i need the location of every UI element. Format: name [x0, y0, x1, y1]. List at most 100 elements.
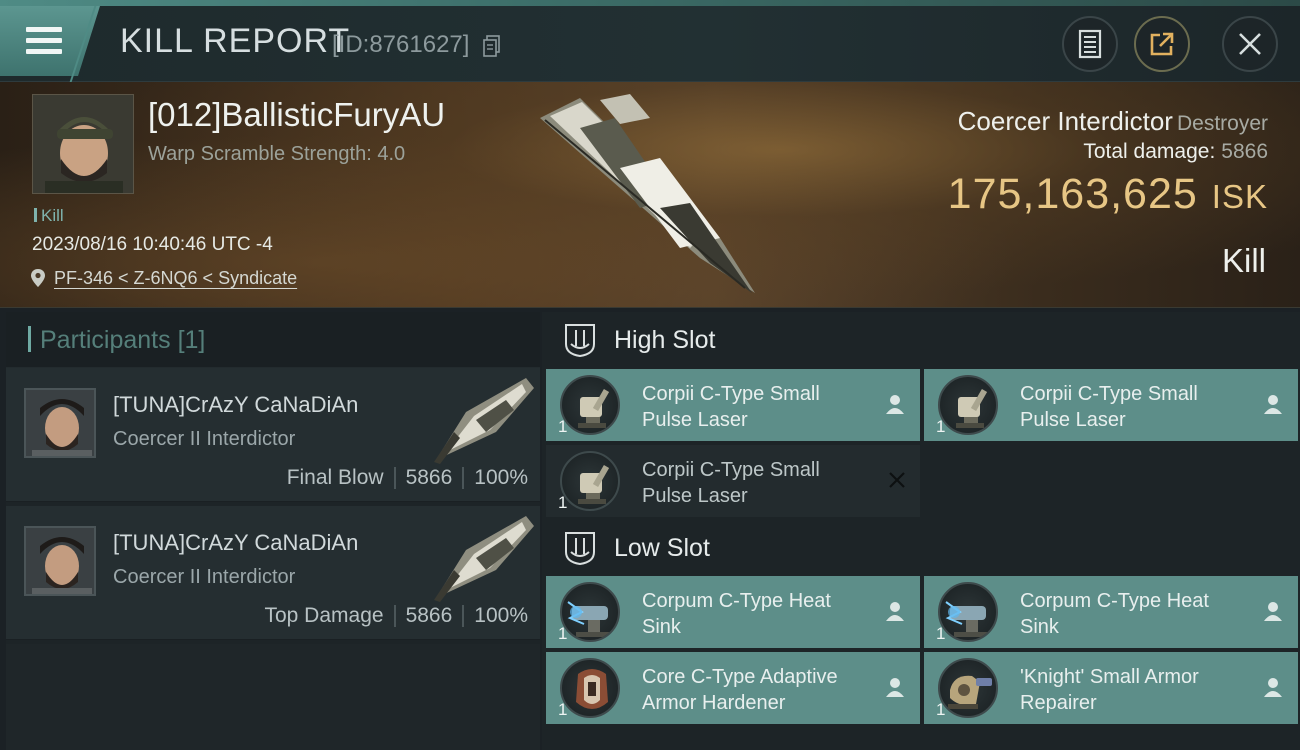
pulse-laser-icon — [560, 375, 620, 435]
kill-tag: Kill — [34, 206, 64, 226]
report-id: [ID:8761627] — [332, 31, 470, 58]
module-quantity: 1 — [558, 417, 568, 436]
low-slot-icon — [565, 532, 595, 566]
module-card[interactable]: 1 Corpii C-Type Small Pulse Laser — [546, 369, 920, 441]
module-quantity: 1 — [558, 493, 568, 512]
victim-avatar[interactable] — [32, 94, 134, 194]
document-icon — [1078, 29, 1102, 59]
high-slot-title: High Slot — [614, 326, 716, 354]
close-icon — [1239, 33, 1261, 55]
fitting-panel: High Slot 1 Corpii C-Type Small Pulse La… — [542, 312, 1300, 750]
total-damage-value: 5866 — [1221, 140, 1268, 163]
module-card[interactable]: 1 Corpum C-Type Heat Sink — [546, 576, 920, 648]
module-card[interactable]: 1 'Knight' Small Armor Repairer — [924, 652, 1298, 724]
section-marker — [28, 326, 31, 352]
module-quantity: 1 — [558, 624, 568, 643]
heat-sink-icon — [938, 582, 998, 642]
close-button[interactable] — [1222, 16, 1278, 72]
module-card[interactable]: 1 Corpii C-Type Small Pulse Laser — [924, 369, 1298, 441]
stat-divider — [393, 605, 396, 627]
person-icon — [1264, 395, 1282, 414]
close-icon — [889, 472, 905, 488]
location-pin-icon — [31, 269, 45, 287]
participant-stats: Top Damage 5866 100% — [264, 604, 528, 628]
participants-header: Participants [1] — [6, 312, 540, 368]
total-damage: Total damage: 5866 — [1083, 140, 1268, 164]
person-icon — [886, 678, 904, 697]
stat-divider — [393, 467, 396, 489]
participant-ship: Coercer II Interdictor — [113, 428, 296, 450]
kill-location-link[interactable]: PF-346 < Z-6NQ6 < Syndicate — [54, 268, 297, 289]
participant-name[interactable]: [TUNA]CrAzY CaNaDiAn — [113, 530, 358, 556]
share-icon — [1150, 32, 1174, 56]
module-quantity: 1 — [936, 417, 946, 436]
participants-panel: Participants [1] [TUNA]CrAzY CaNaDiAn Co… — [6, 312, 540, 750]
participant-percent: 100% — [474, 466, 528, 489]
person-icon — [1264, 678, 1282, 697]
participant-ship-image — [434, 378, 534, 464]
module-name: Corpii C-Type Small Pulse Laser — [642, 459, 820, 507]
top-bar: KILL REPORT [ID:8761627] — [0, 0, 1300, 82]
participant-ship-image — [434, 516, 534, 602]
participants-empty-area — [6, 644, 540, 750]
page-title: KILL REPORT — [120, 22, 351, 60]
participant-role: Final Blow — [286, 466, 384, 489]
person-icon — [886, 602, 904, 621]
participant-name[interactable]: [TUNA]CrAzY CaNaDiAn — [113, 392, 358, 418]
module-quantity: 1 — [936, 624, 946, 643]
module-quantity: 1 — [936, 700, 946, 719]
module-name: Corpii C-Type Small Pulse Laser — [1020, 383, 1198, 431]
module-card[interactable]: 1 Corpum C-Type Heat Sink — [924, 576, 1298, 648]
participant-stats: Final Blow 5866 100% — [287, 466, 528, 490]
module-name: Corpii C-Type Small Pulse Laser — [642, 383, 820, 431]
result-label: Kill — [1221, 242, 1266, 279]
participant-ship: Coercer II Interdictor — [113, 566, 296, 588]
pulse-laser-icon — [560, 451, 620, 511]
victim-ship[interactable]: Coercer Interdictor Destroyer — [958, 106, 1268, 137]
participants-count: [1] — [177, 326, 206, 354]
module-name: Corpum C-Type Heat Sink — [642, 590, 831, 638]
high-slot-header: High Slot — [542, 312, 1300, 368]
high-slot-icon — [565, 324, 595, 358]
person-icon — [886, 395, 904, 414]
isk-unit: ISK — [1211, 178, 1268, 215]
low-slot-header: Low Slot — [542, 520, 1300, 576]
ship-name-text: Coercer Interdictor — [957, 106, 1173, 136]
participant-row[interactable]: [TUNA]CrAzY CaNaDiAn Coercer II Interdic… — [6, 368, 540, 502]
module-name: 'Knight' Small Armor Repairer — [1020, 666, 1199, 714]
heat-sink-icon — [560, 582, 620, 642]
victim-name[interactable]: [012]BallisticFuryAU — [148, 96, 445, 134]
participant-role: Top Damage — [264, 604, 384, 627]
copy-icon[interactable] — [483, 35, 501, 57]
participants-label: Participants — [40, 326, 171, 354]
participant-row[interactable]: [TUNA]CrAzY CaNaDiAn Coercer II Interdic… — [6, 506, 540, 640]
armor-repairer-icon — [938, 658, 998, 718]
module-card[interactable]: 1 Corpii C-Type Small Pulse Laser — [546, 445, 920, 517]
menu-button[interactable] — [0, 6, 100, 76]
participant-avatar[interactable] — [24, 388, 96, 458]
module-name: Corpum C-Type Heat Sink — [1020, 590, 1209, 638]
module-quantity: 1 — [558, 700, 568, 719]
share-button[interactable] — [1134, 16, 1190, 72]
document-button[interactable] — [1062, 16, 1118, 72]
participant-avatar[interactable] — [24, 526, 96, 596]
low-slot-title: Low Slot — [614, 534, 710, 562]
module-name: Core C-Type Adaptive Armor Hardener — [642, 666, 838, 714]
person-icon — [1264, 602, 1282, 621]
ship-class: Destroyer — [1176, 112, 1268, 135]
isk-amount: 175,163,625 — [947, 170, 1198, 218]
stat-divider — [462, 467, 465, 489]
hamburger-icon — [26, 27, 62, 55]
participant-percent: 100% — [474, 604, 528, 627]
participants-title: Participants [1] — [40, 326, 205, 355]
kill-datetime: 2023/08/16 10:40:46 UTC -4 — [32, 234, 273, 255]
participant-damage: 5866 — [405, 604, 453, 627]
total-damage-label: Total damage: — [1083, 140, 1216, 163]
victim-summary: [012]BallisticFuryAU Warp Scramble Stren… — [0, 82, 1300, 308]
warp-scramble-strength: Warp Scramble Strength: 4.0 — [148, 143, 406, 165]
stat-divider — [462, 605, 465, 627]
pulse-laser-icon — [938, 375, 998, 435]
module-card[interactable]: 1 Core C-Type Adaptive Armor Hardener — [546, 652, 920, 724]
armor-hardener-icon — [560, 658, 620, 718]
isk-value: 175,163,625 ISK — [948, 170, 1268, 219]
